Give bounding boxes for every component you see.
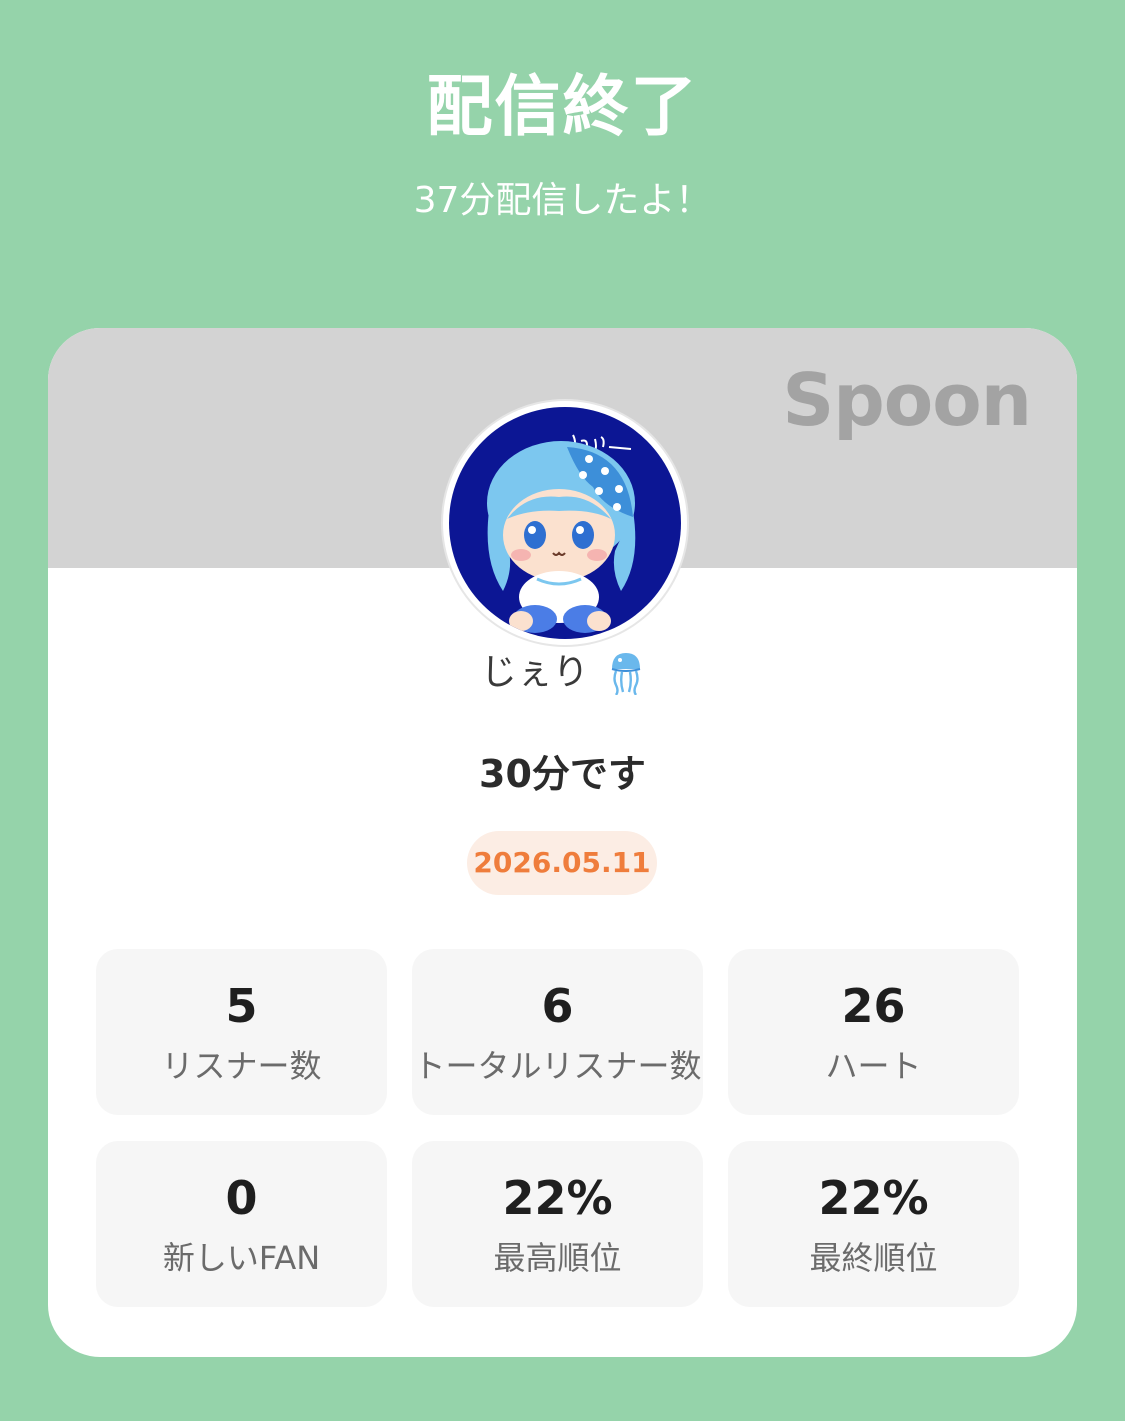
stat-value: 5 — [225, 979, 258, 1033]
stat-listeners: 5 リスナー数 — [96, 949, 387, 1115]
avatar[interactable] — [443, 401, 687, 645]
stat-total-listeners: 6 トータルリスナー数 — [412, 949, 703, 1115]
stat-value: 22% — [818, 1171, 929, 1225]
stat-value: 0 — [225, 1171, 258, 1225]
stat-value: 26 — [841, 979, 906, 1033]
user-name-row: じぇり — [48, 646, 1077, 699]
jellyfish-icon — [608, 651, 644, 696]
date-badge: 2026.05.11 — [467, 831, 657, 895]
stat-final-rank: 22% 最終順位 — [728, 1141, 1019, 1307]
stat-label: ハート — [825, 1047, 922, 1085]
stat-value: 6 — [541, 979, 574, 1033]
user-name: じぇり — [480, 652, 589, 693]
stat-label: リスナー数 — [161, 1047, 322, 1085]
stat-label: トータルリスナー数 — [413, 1047, 702, 1085]
stat-value: 22% — [502, 1171, 613, 1225]
duration-text: 30分です — [479, 752, 646, 796]
stat-hearts: 26 ハート — [728, 949, 1019, 1115]
avatar-image — [449, 407, 681, 639]
stat-highest-rank: 22% 最高順位 — [412, 1141, 703, 1307]
broadcast-summary-card: Spoon じぇり 30分です 2026.05.11 5 リスナー数 6 トータ… — [48, 328, 1077, 1357]
page-title: 配信終了 — [426, 68, 699, 145]
page-subtitle: 37分配信したよ！ — [413, 180, 712, 221]
stat-label: 最終順位 — [809, 1239, 938, 1277]
stat-new-fans: 0 新しいFAN — [96, 1141, 387, 1307]
brand-logo: Spoon — [782, 358, 1032, 442]
stat-label: 新しいFAN — [162, 1239, 321, 1277]
stat-label: 最高順位 — [493, 1239, 622, 1277]
